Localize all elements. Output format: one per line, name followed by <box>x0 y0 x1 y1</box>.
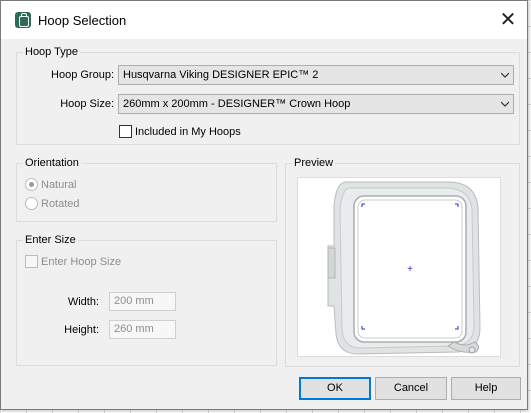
hoop-app-icon <box>15 12 31 28</box>
title-bar[interactable]: Hoop Selection ✕ <box>1 1 527 39</box>
window-title: Hoop Selection <box>38 13 127 28</box>
hoop-group-dropdown[interactable]: Husqvarna Viking DESIGNER EPIC™ 2 <box>118 65 514 85</box>
rotated-label[interactable]: Rotated <box>41 198 80 210</box>
enter-size-group-label: Enter Size <box>23 234 78 246</box>
chevron-down-icon <box>501 72 509 78</box>
hoop-preview-drawing: + <box>327 181 481 355</box>
included-in-my-hoops-checkbox[interactable] <box>119 125 132 138</box>
hoop-group-label: Hoop Group: <box>51 69 114 81</box>
hoop-size-dropdown[interactable]: 260mm x 200mm - DESIGNER™ Crown Hoop <box>118 94 514 114</box>
natural-radio[interactable] <box>25 178 38 191</box>
chevron-down-icon <box>501 101 509 107</box>
hoop-type-group-label: Hoop Type <box>23 46 81 58</box>
orientation-group-label: Orientation <box>23 157 81 169</box>
rotated-radio[interactable] <box>25 197 38 210</box>
enter-hoop-size-checkbox[interactable] <box>25 255 38 268</box>
hoop-size-label: Hoop Size: <box>60 98 114 110</box>
close-button[interactable]: ✕ <box>489 1 527 39</box>
ok-button[interactable]: OK <box>299 377 371 400</box>
help-button[interactable]: Help <box>451 377 521 400</box>
hoop-size-value: 260mm x 200mm - DESIGNER™ Crown Hoop <box>123 98 351 110</box>
cancel-button[interactable]: Cancel <box>375 377 447 400</box>
height-field[interactable]: 260 mm <box>109 320 176 339</box>
hoop-preview-canvas: + <box>297 177 501 357</box>
enter-hoop-size-label[interactable]: Enter Hoop Size <box>41 256 121 268</box>
width-label: Width: <box>67 296 99 308</box>
orientation-group: Orientation <box>16 157 277 222</box>
height-label: Height: <box>64 324 99 336</box>
natural-label[interactable]: Natural <box>41 179 76 191</box>
hoop-group-value: Husqvarna Viking DESIGNER EPIC™ 2 <box>123 69 319 81</box>
hoop-selection-dialog: Hoop Selection ✕ Hoop Type Hoop Group: H… <box>0 0 528 410</box>
width-field[interactable]: 200 mm <box>109 292 176 311</box>
preview-group-label: Preview <box>292 157 336 169</box>
center-mark: + <box>407 264 413 275</box>
included-in-my-hoops-label[interactable]: Included in My Hoops <box>135 126 241 138</box>
